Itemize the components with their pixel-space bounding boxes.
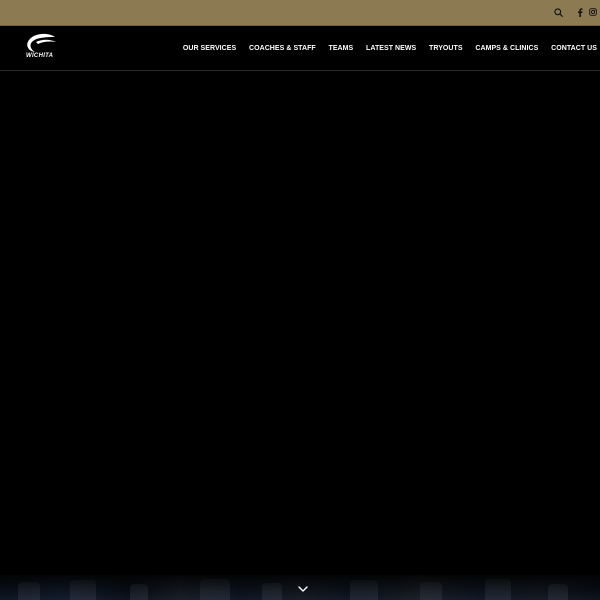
facebook-icon[interactable] <box>574 6 586 18</box>
nav-item-latest-news[interactable]: LATEST NEWS <box>360 45 423 52</box>
page: WICHITA OUR SERVICES COACHES & STAFF TEA… <box>0 0 600 600</box>
nav-item-tryouts[interactable]: TRYOUTS <box>423 45 469 52</box>
instagram-icon[interactable] <box>587 6 599 18</box>
search-icon[interactable] <box>552 6 564 18</box>
nav-item-our-services[interactable]: OUR SERVICES <box>176 45 242 52</box>
logo-text: WICHITA <box>26 53 54 59</box>
nav-item-camps-clinics[interactable]: CAMPS & CLINICS <box>469 45 545 52</box>
chevron-down-icon[interactable] <box>297 581 309 592</box>
nav-item-coaches-staff[interactable]: COACHES & STAFF <box>243 45 323 52</box>
nav-item-contact-us[interactable]: CONTACT US <box>545 45 597 52</box>
swoosh-logo-icon <box>27 33 56 52</box>
utility-bar <box>0 0 600 26</box>
hero-section <box>0 71 600 575</box>
main-header: WICHITA OUR SERVICES COACHES & STAFF TEA… <box>0 26 600 71</box>
main-nav: OUR SERVICES COACHES & STAFF TEAMS LATES… <box>176 26 597 70</box>
nav-item-teams[interactable]: TEAMS <box>322 45 360 52</box>
wichita-logo[interactable]: WICHITA <box>22 33 60 63</box>
